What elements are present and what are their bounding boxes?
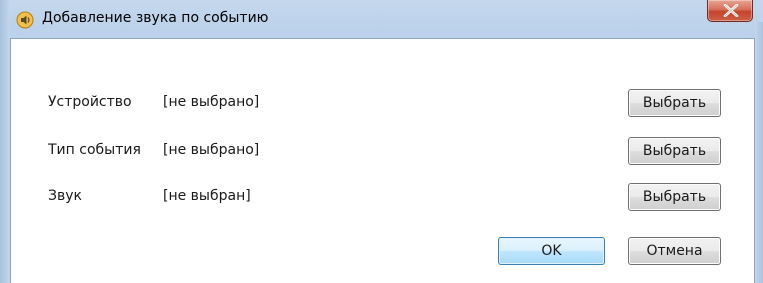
- window-title: Добавление звука по событию: [42, 10, 269, 26]
- title-bar[interactable]: Добавление звука по событию: [10, 0, 755, 38]
- event-type-label: Тип события: [48, 142, 141, 158]
- close-icon: [723, 4, 739, 17]
- speaker-icon: [16, 11, 34, 29]
- sound-value: [не выбран]: [163, 188, 251, 204]
- dialog-window: Добавление звука по событию Устройство […: [0, 0, 763, 283]
- window-right-border: [755, 22, 763, 283]
- choose-sound-button[interactable]: Выбрать: [628, 183, 721, 211]
- choose-event-type-button[interactable]: Выбрать: [628, 137, 721, 165]
- cancel-button[interactable]: Отмена: [628, 237, 721, 265]
- close-button[interactable]: [707, 0, 753, 22]
- choose-device-button[interactable]: Выбрать: [628, 89, 721, 117]
- window-left-border: [0, 0, 10, 283]
- sound-label: Звук: [48, 188, 82, 204]
- ok-button[interactable]: OK: [498, 237, 605, 265]
- device-value: [не выбрано]: [163, 94, 260, 110]
- device-label: Устройство: [48, 94, 132, 110]
- dialog-content: Устройство [не выбрано] Выбрать Тип собы…: [10, 38, 755, 283]
- event-type-value: [не выбрано]: [163, 142, 260, 158]
